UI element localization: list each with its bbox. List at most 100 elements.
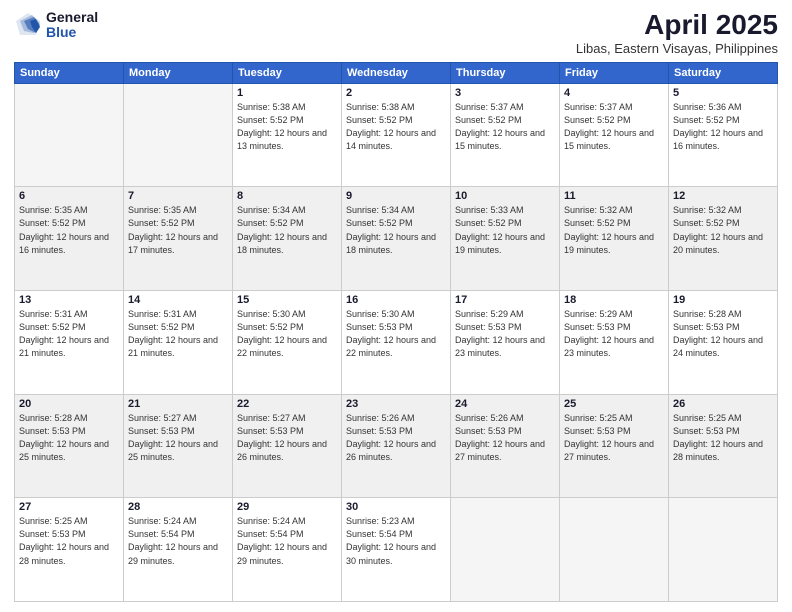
day-info: Sunrise: 5:34 AM Sunset: 5:52 PM Dayligh…: [237, 204, 337, 256]
day-number: 3: [455, 87, 555, 99]
day-number: 19: [673, 294, 773, 306]
calendar-day-cell: [124, 83, 233, 187]
calendar-day-cell: 13Sunrise: 5:31 AM Sunset: 5:52 PM Dayli…: [15, 291, 124, 395]
calendar-day-cell: 26 Sunrise: 5:25 AM Sunset: 5:53 PM Dayli…: [669, 394, 778, 498]
day-info: Sunrise: 5:29 AM Sunset: 5:53 PM Dayligh…: [455, 308, 555, 360]
calendar-day-cell: 21Sunrise: 5:27 AM Sunset: 5:53 PM Dayli…: [124, 394, 233, 498]
day-info: Sunrise: 5:25 AM Sunset: 5:53 PM Dayligh…: [673, 412, 773, 464]
day-info: Sunrise: 5:32 AM Sunset: 5:52 PM Dayligh…: [564, 204, 664, 256]
day-info: Sunrise: 5:33 AM Sunset: 5:52 PM Dayligh…: [455, 204, 555, 256]
day-info: Sunrise: 5:26 AM Sunset: 5:53 PM Dayligh…: [455, 412, 555, 464]
calendar-day-cell: 5 Sunrise: 5:36 AM Sunset: 5:52 PM Daylig…: [669, 83, 778, 187]
title-block: April 2025 Libas, Eastern Visayas, Phili…: [576, 10, 778, 56]
day-number: 28: [128, 501, 228, 513]
day-number: 21: [128, 398, 228, 410]
day-number: 25: [564, 398, 664, 410]
day-number: 5: [673, 87, 773, 99]
day-number: 8: [237, 190, 337, 202]
calendar-day-cell: 24 Sunrise: 5:26 AM Sunset: 5:53 PM Dayli…: [451, 394, 560, 498]
day-number: 29: [237, 501, 337, 513]
calendar-week-row: 13Sunrise: 5:31 AM Sunset: 5:52 PM Dayli…: [15, 291, 778, 395]
day-number: 9: [346, 190, 446, 202]
day-number: 22: [237, 398, 337, 410]
calendar-day-cell: 19 Sunrise: 5:28 AM Sunset: 5:53 PM Dayli…: [669, 291, 778, 395]
header: General Blue April 2025 Libas, Eastern V…: [14, 10, 778, 56]
day-info: Sunrise: 5:28 AM Sunset: 5:53 PM Dayligh…: [673, 308, 773, 360]
day-number: 18: [564, 294, 664, 306]
day-info: Sunrise: 5:30 AM Sunset: 5:53 PM Dayligh…: [346, 308, 446, 360]
calendar-day-cell: 12Sunrise: 5:32 AM Sunset: 5:52 PM Dayli…: [669, 187, 778, 291]
day-number: 4: [564, 87, 664, 99]
day-info: Sunrise: 5:31 AM Sunset: 5:52 PM Dayligh…: [19, 308, 119, 360]
calendar-day-cell: 25 Sunrise: 5:25 AM Sunset: 5:53 PM Dayli…: [560, 394, 669, 498]
calendar-day-cell: 17 Sunrise: 5:29 AM Sunset: 5:53 PM Dayli…: [451, 291, 560, 395]
calendar-day-cell: 28 Sunrise: 5:24 AM Sunset: 5:54 PM Dayli…: [124, 498, 233, 602]
logo: General Blue: [14, 10, 98, 41]
calendar-header-cell: Wednesday: [342, 62, 451, 83]
day-info: Sunrise: 5:37 AM Sunset: 5:52 PM Dayligh…: [564, 101, 664, 153]
day-info: Sunrise: 5:37 AM Sunset: 5:52 PM Dayligh…: [455, 101, 555, 153]
calendar-day-cell: [669, 498, 778, 602]
day-info: Sunrise: 5:34 AM Sunset: 5:52 PM Dayligh…: [346, 204, 446, 256]
day-number: 30: [346, 501, 446, 513]
calendar-day-cell: 22 Sunrise: 5:27 AM Sunset: 5:53 PM Dayli…: [233, 394, 342, 498]
month-title: April 2025: [576, 10, 778, 41]
day-number: 2: [346, 87, 446, 99]
day-info: Sunrise: 5:32 AM Sunset: 5:52 PM Dayligh…: [673, 204, 773, 256]
day-number: 10: [455, 190, 555, 202]
day-info: Sunrise: 5:35 AM Sunset: 5:52 PM Dayligh…: [19, 204, 119, 256]
logo-general-text: General: [46, 10, 98, 25]
day-info: Sunrise: 5:29 AM Sunset: 5:53 PM Dayligh…: [564, 308, 664, 360]
calendar-header-cell: Sunday: [15, 62, 124, 83]
calendar-day-cell: 6 Sunrise: 5:35 AM Sunset: 5:52 PM Daylig…: [15, 187, 124, 291]
day-number: 11: [564, 190, 664, 202]
calendar-week-row: 6 Sunrise: 5:35 AM Sunset: 5:52 PM Daylig…: [15, 187, 778, 291]
day-number: 24: [455, 398, 555, 410]
day-info: Sunrise: 5:25 AM Sunset: 5:53 PM Dayligh…: [564, 412, 664, 464]
calendar-day-cell: 29 Sunrise: 5:24 AM Sunset: 5:54 PM Dayli…: [233, 498, 342, 602]
calendar-body: 1Sunrise: 5:38 AM Sunset: 5:52 PM Daylig…: [15, 83, 778, 601]
calendar-day-cell: [451, 498, 560, 602]
logo-text: General Blue: [46, 10, 98, 41]
day-number: 20: [19, 398, 119, 410]
calendar-day-cell: 30Sunrise: 5:23 AM Sunset: 5:54 PM Dayli…: [342, 498, 451, 602]
calendar-day-cell: [560, 498, 669, 602]
calendar-day-cell: 16 Sunrise: 5:30 AM Sunset: 5:53 PM Dayli…: [342, 291, 451, 395]
day-info: Sunrise: 5:27 AM Sunset: 5:53 PM Dayligh…: [237, 412, 337, 464]
calendar-header-cell: Tuesday: [233, 62, 342, 83]
calendar-day-cell: 3 Sunrise: 5:37 AM Sunset: 5:52 PM Daylig…: [451, 83, 560, 187]
calendar-day-cell: [15, 83, 124, 187]
calendar-day-cell: 8 Sunrise: 5:34 AM Sunset: 5:52 PM Daylig…: [233, 187, 342, 291]
day-number: 27: [19, 501, 119, 513]
day-number: 23: [346, 398, 446, 410]
day-info: Sunrise: 5:30 AM Sunset: 5:52 PM Dayligh…: [237, 308, 337, 360]
calendar-day-cell: 14 Sunrise: 5:31 AM Sunset: 5:52 PM Dayli…: [124, 291, 233, 395]
day-info: Sunrise: 5:24 AM Sunset: 5:54 PM Dayligh…: [128, 515, 228, 567]
calendar-day-cell: 2 Sunrise: 5:38 AM Sunset: 5:52 PM Daylig…: [342, 83, 451, 187]
day-info: Sunrise: 5:36 AM Sunset: 5:52 PM Dayligh…: [673, 101, 773, 153]
calendar-day-cell: 7Sunrise: 5:35 AM Sunset: 5:52 PM Daylig…: [124, 187, 233, 291]
calendar-header-cell: Friday: [560, 62, 669, 83]
calendar-day-cell: 10 Sunrise: 5:33 AM Sunset: 5:52 PM Dayli…: [451, 187, 560, 291]
calendar-day-cell: 18 Sunrise: 5:29 AM Sunset: 5:53 PM Dayli…: [560, 291, 669, 395]
calendar-header-cell: Thursday: [451, 62, 560, 83]
day-number: 26: [673, 398, 773, 410]
day-info: Sunrise: 5:31 AM Sunset: 5:52 PM Dayligh…: [128, 308, 228, 360]
calendar-table: SundayMondayTuesdayWednesdayThursdayFrid…: [14, 62, 778, 602]
calendar-header-cell: Saturday: [669, 62, 778, 83]
day-number: 6: [19, 190, 119, 202]
calendar-day-cell: 11 Sunrise: 5:32 AM Sunset: 5:52 PM Dayli…: [560, 187, 669, 291]
day-number: 17: [455, 294, 555, 306]
day-info: Sunrise: 5:26 AM Sunset: 5:53 PM Dayligh…: [346, 412, 446, 464]
day-number: 14: [128, 294, 228, 306]
day-info: Sunrise: 5:38 AM Sunset: 5:52 PM Dayligh…: [346, 101, 446, 153]
day-info: Sunrise: 5:28 AM Sunset: 5:53 PM Dayligh…: [19, 412, 119, 464]
day-info: Sunrise: 5:24 AM Sunset: 5:54 PM Dayligh…: [237, 515, 337, 567]
day-number: 16: [346, 294, 446, 306]
calendar-day-cell: 27 Sunrise: 5:25 AM Sunset: 5:53 PM Dayli…: [15, 498, 124, 602]
calendar-day-cell: 1Sunrise: 5:38 AM Sunset: 5:52 PM Daylig…: [233, 83, 342, 187]
calendar-week-row: 20 Sunrise: 5:28 AM Sunset: 5:53 PM Dayli…: [15, 394, 778, 498]
day-info: Sunrise: 5:25 AM Sunset: 5:53 PM Dayligh…: [19, 515, 119, 567]
calendar-header-row: SundayMondayTuesdayWednesdayThursdayFrid…: [15, 62, 778, 83]
location-title: Libas, Eastern Visayas, Philippines: [576, 41, 778, 56]
